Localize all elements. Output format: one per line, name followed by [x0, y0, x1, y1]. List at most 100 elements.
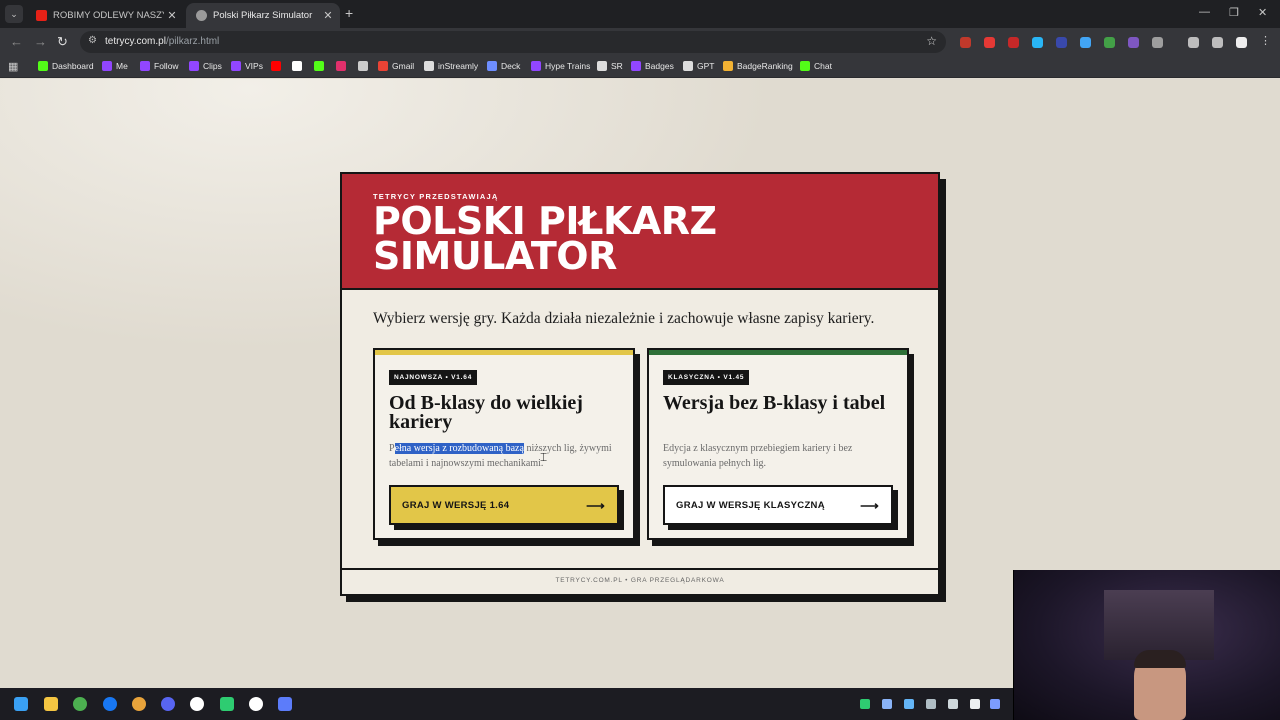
bookmark-favicon-icon — [531, 61, 541, 71]
bookmark-item[interactable]: Dashboard — [38, 61, 94, 71]
page-title: POLSKI PIŁKARZ SIMULATOR — [373, 199, 717, 278]
bookmark-item[interactable]: SR — [597, 61, 623, 71]
discord-icon[interactable] — [161, 697, 175, 711]
browser-toolbar: ← → ↻ ⚙ tetrycy.com.pl/pilkarz.html ☆ ⋮ — [0, 28, 1280, 56]
bookmark-item[interactable]: Badges — [631, 61, 674, 71]
bookmark-label: inStreamly — [438, 61, 479, 71]
bookmark-item[interactable]: Deck — [487, 61, 520, 71]
bookmark-item[interactable]: Gmail — [378, 61, 414, 71]
bookmark-item[interactable] — [271, 61, 285, 71]
windows-start-icon[interactable] — [14, 697, 28, 711]
app-icon[interactable] — [278, 697, 292, 711]
bookmark-item[interactable] — [292, 61, 306, 71]
bookmark-item[interactable]: GPT — [683, 61, 714, 71]
facebook-icon[interactable] — [103, 697, 117, 711]
extension-icon[interactable] — [1128, 37, 1139, 48]
mouse-cursor-icon: ⌶ — [540, 450, 548, 464]
url-text[interactable]: tetrycy.com.pl/pilkarz.html — [105, 36, 219, 47]
minimize-icon[interactable]: — — [1199, 6, 1210, 18]
download-icon[interactable] — [1188, 37, 1199, 48]
version-title: Od B-klasy do wielkiej kariery — [389, 392, 583, 433]
tray-icon[interactable] — [904, 699, 914, 709]
footer: TETRYCY.COM.PL • GRA PRZEGLĄDARKOWA — [342, 568, 938, 594]
profile-icon[interactable] — [1236, 37, 1247, 48]
bookmark-favicon-icon — [231, 61, 241, 71]
close-tab-icon[interactable]: ✕ — [320, 9, 336, 22]
tray-icon[interactable] — [948, 699, 958, 709]
bookmark-label: Dashboard — [52, 61, 94, 71]
tab-active[interactable]: Polski Piłkarz Simulator ✕ — [186, 3, 340, 28]
extension-icon[interactable] — [1080, 37, 1091, 48]
bookmark-item[interactable] — [314, 61, 328, 71]
close-window-icon[interactable]: ✕ — [1258, 6, 1267, 19]
extension-icon[interactable] — [984, 37, 995, 48]
chrome-icon[interactable] — [132, 697, 146, 711]
bookmark-item[interactable] — [336, 61, 350, 71]
restore-icon[interactable]: ❐ — [1229, 6, 1239, 19]
play-classic-button[interactable]: GRAJ W WERSJĘ KLASYCZNĄ ⟶ — [663, 485, 893, 525]
button-label: GRAJ W WERSJĘ KLASYCZNĄ — [676, 499, 825, 511]
adblock-icon[interactable] — [1008, 37, 1019, 48]
shield-icon[interactable] — [1104, 37, 1115, 48]
app-icon[interactable] — [190, 697, 204, 711]
webcam-overlay — [1013, 570, 1280, 720]
close-tab-icon[interactable]: ✕ — [164, 9, 180, 22]
bookmark-item[interactable]: Chat — [800, 61, 832, 71]
bookmark-item[interactable]: Me — [102, 61, 128, 71]
extension-icon[interactable] — [960, 37, 971, 48]
tray-icon[interactable] — [970, 699, 980, 709]
bookmark-favicon-icon — [358, 61, 368, 71]
tab-youtube[interactable]: ROBIMY ODLEWY NASZYCH CI ✕ — [26, 3, 184, 28]
bookmark-favicon-icon — [800, 61, 810, 71]
reload-icon[interactable]: ↻ — [57, 34, 68, 50]
desc-text: P — [389, 443, 395, 454]
menu-icon[interactable]: ⋮ — [1260, 34, 1271, 47]
extension-icon[interactable] — [1032, 37, 1043, 48]
bookmark-item[interactable]: Clips — [189, 61, 222, 71]
tray-icon[interactable] — [926, 699, 936, 709]
new-tab-button[interactable]: + — [345, 5, 353, 21]
site-info-icon[interactable]: ⚙ — [88, 35, 97, 46]
tab-search-icon[interactable]: ⌄ — [5, 5, 23, 23]
chrome-icon[interactable] — [73, 697, 87, 711]
bookmark-item[interactable]: Hype Trains — [531, 61, 590, 71]
arrow-right-icon: ⟶ — [586, 498, 605, 513]
accent-bar — [649, 350, 907, 355]
bookmark-favicon-icon — [292, 61, 302, 71]
bookmark-favicon-icon — [336, 61, 346, 71]
play-latest-button[interactable]: GRAJ W WERSJĘ 1.64 ⟶ — [389, 485, 619, 525]
bookmark-star-icon[interactable]: ☆ — [926, 34, 937, 48]
bookmark-item[interactable]: BadgeRanking — [723, 61, 793, 71]
extension-icon[interactable] — [1056, 37, 1067, 48]
tray-icon[interactable] — [990, 699, 1000, 709]
bookmarks-bar: ▦ Dashboard Me Follow Clips VIPs Gmail inStrea… — [0, 56, 1280, 78]
bookmark-item[interactable]: inStreamly — [424, 61, 478, 71]
bookmark-item[interactable] — [358, 61, 372, 71]
bookmark-label: Chat — [814, 61, 832, 71]
bookmark-favicon-icon — [723, 61, 733, 71]
file-explorer-icon[interactable] — [44, 697, 58, 711]
globe-icon — [196, 10, 207, 21]
taskbar — [0, 688, 1013, 720]
bookmark-item[interactable]: VIPs — [231, 61, 263, 71]
bookmark-label: SR — [611, 61, 623, 71]
bookmark-label: Me — [116, 61, 128, 71]
tab-title: Polski Piłkarz Simulator — [213, 10, 313, 21]
bookmark-favicon-icon — [487, 61, 497, 71]
version-badge: NAJNOWSZA • V1.64 — [389, 370, 478, 385]
back-icon[interactable]: ← — [10, 34, 23, 49]
tray-icon[interactable] — [882, 699, 892, 709]
apps-grid-icon[interactable]: ▦ — [8, 60, 18, 73]
forward-icon[interactable]: → — [34, 34, 47, 49]
audio-app-icon[interactable] — [220, 697, 234, 711]
address-bar[interactable]: ⚙ tetrycy.com.pl/pilkarz.html ☆ — [80, 31, 946, 53]
bookmark-label: VIPs — [245, 61, 263, 71]
bookmark-label: GPT — [697, 61, 715, 71]
bookmark-item[interactable]: Follow — [140, 61, 179, 71]
media-icon[interactable] — [1212, 37, 1223, 48]
button-label: GRAJ W WERSJĘ 1.64 — [402, 499, 510, 511]
tray-icon[interactable] — [860, 699, 870, 709]
obs-icon[interactable] — [249, 697, 263, 711]
bookmark-label: Gmail — [392, 61, 415, 71]
puzzle-icon[interactable] — [1152, 37, 1163, 48]
